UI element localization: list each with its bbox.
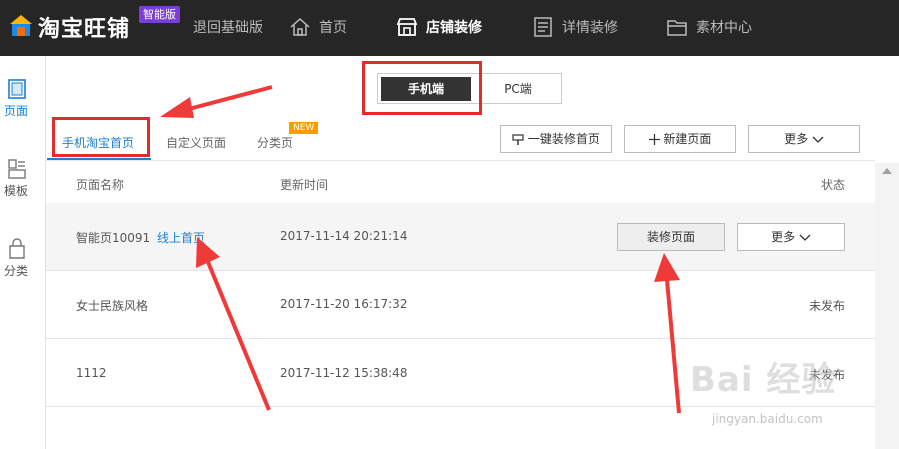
nav-home-label: 首页 bbox=[319, 20, 347, 36]
arrow-to-tab-icon bbox=[160, 85, 273, 118]
template-icon bbox=[8, 159, 26, 179]
row-update-time: 2017-11-20 16:17:32 bbox=[280, 297, 408, 311]
more-actions-label: 更多 bbox=[784, 132, 809, 146]
tab-category-page[interactable]: 分类页 bbox=[257, 134, 293, 151]
chevron-down-icon bbox=[812, 136, 824, 143]
sidebar-item-categories-label: 分类 bbox=[3, 264, 28, 278]
row-page-name: 1112 bbox=[76, 366, 107, 380]
nav-material-center-label: 素材中心 bbox=[696, 20, 752, 36]
tabs-divider bbox=[46, 160, 875, 161]
vertical-scrollbar[interactable] bbox=[875, 163, 899, 449]
brush-icon bbox=[512, 133, 524, 145]
folder-icon bbox=[667, 20, 687, 36]
annotation-box-device bbox=[362, 61, 482, 115]
document-icon bbox=[534, 17, 552, 37]
sidebar-item-pages[interactable]: 页面 bbox=[0, 56, 45, 118]
watermark-url: jingyan.baidu.com bbox=[712, 412, 823, 426]
nav-shop-decor-label: 店铺装修 bbox=[426, 20, 482, 36]
row-status: 未发布 bbox=[809, 299, 846, 313]
header-update-time: 更新时间 bbox=[280, 178, 329, 192]
row-page-name: 智能页10091 bbox=[76, 231, 151, 245]
brand-title: 淘宝旺铺 bbox=[38, 17, 131, 42]
edition-badge: 智能版 bbox=[139, 6, 180, 23]
decorate-page-button[interactable]: 装修页面 bbox=[617, 223, 725, 251]
page-icon bbox=[8, 79, 26, 99]
one-click-decorate-button[interactable]: 一键装修首页 bbox=[500, 125, 612, 153]
sidebar-item-pages-label: 页面 bbox=[3, 104, 28, 118]
sidebar-item-categories[interactable]: 分类 bbox=[0, 216, 45, 278]
store-icon bbox=[396, 18, 418, 36]
tab-custom-page[interactable]: 自定义页面 bbox=[166, 134, 226, 151]
more-actions-button[interactable]: 更多 bbox=[748, 125, 860, 153]
bag-icon bbox=[9, 238, 25, 259]
table-row bbox=[46, 271, 875, 339]
one-click-decorate-label: 一键装修首页 bbox=[527, 132, 600, 146]
nav-back-basic-label: 退回基础版 bbox=[193, 20, 263, 36]
pc-toggle-button[interactable]: PC端 bbox=[478, 77, 558, 101]
top-bar: 淘宝旺铺 智能版 退回基础版 首页 店铺装修 详情装修 素材中心 bbox=[0, 0, 899, 56]
chevron-down-icon bbox=[799, 234, 811, 241]
row-update-time: 2017-11-14 20:21:14 bbox=[280, 229, 408, 243]
watermark-logo: Bai 经验 bbox=[690, 360, 837, 400]
row-update-time: 2017-11-12 15:38:48 bbox=[280, 366, 408, 380]
sidebar-item-templates-label: 模板 bbox=[3, 184, 28, 198]
row-more-label: 更多 bbox=[771, 230, 796, 244]
new-page-label: 新建页面 bbox=[663, 132, 712, 146]
header-page-name: 页面名称 bbox=[76, 178, 125, 192]
home-icon bbox=[290, 17, 310, 36]
online-home-link[interactable]: 线上首页 bbox=[157, 229, 205, 246]
row-more-button[interactable]: 更多 bbox=[737, 223, 845, 251]
scroll-up-arrow-icon[interactable] bbox=[882, 168, 892, 174]
store-logo-icon bbox=[10, 15, 32, 36]
header-status: 状态 bbox=[821, 178, 846, 192]
sidebar-item-templates[interactable]: 模板 bbox=[0, 136, 45, 198]
new-page-button[interactable]: 新建页面 bbox=[624, 125, 736, 153]
annotation-box-tab bbox=[52, 117, 150, 157]
row-page-name: 女士民族风格 bbox=[76, 299, 149, 313]
new-badge: NEW bbox=[289, 122, 319, 134]
nav-detail-decor-label: 详情装修 bbox=[562, 20, 618, 36]
sidebar: 页面 模板 分类 bbox=[0, 56, 46, 449]
plus-icon bbox=[648, 134, 660, 145]
